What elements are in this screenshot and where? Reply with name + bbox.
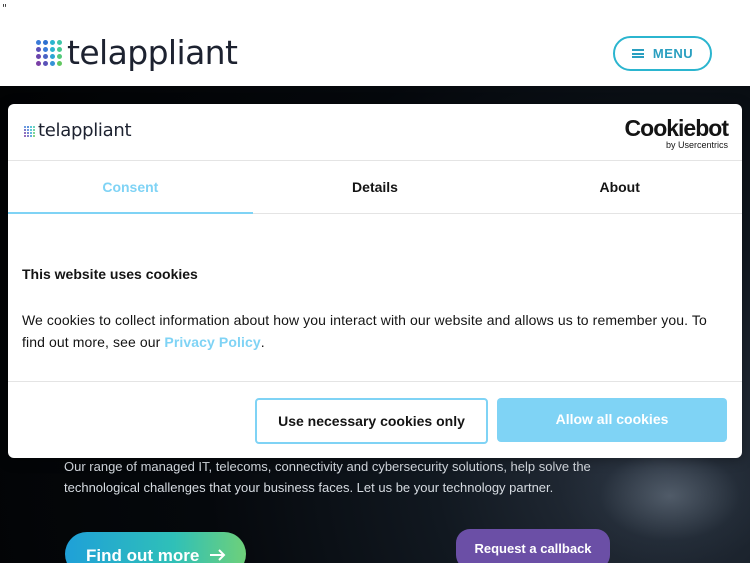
necessary-cookies-button[interactable]: Use necessary cookies only xyxy=(255,398,488,444)
find-out-more-button[interactable]: Find out more xyxy=(65,532,246,563)
hero-description: Our range of managed IT, telecoms, conne… xyxy=(64,459,591,495)
tab-details[interactable]: Details xyxy=(253,161,498,213)
tab-about[interactable]: About xyxy=(497,161,742,213)
cookiebot-name: Cookiebot xyxy=(624,115,729,141)
dialog-body-text: We cookies to collect information about … xyxy=(22,312,707,350)
dialog-tabs: Consent Details About xyxy=(8,161,742,214)
dialog-title: This website uses cookies xyxy=(22,266,198,282)
brand-logo[interactable]: telappliant xyxy=(36,33,238,72)
privacy-policy-link[interactable]: Privacy Policy xyxy=(164,334,260,350)
dialog-header: telappliant Cookiebot by Usercentrics xyxy=(8,104,742,161)
menu-label: MENU xyxy=(652,46,694,61)
dot-grid-icon xyxy=(24,125,35,137)
stray-quote-text: " xyxy=(2,2,8,15)
cookie-consent-dialog: telappliant Cookiebot by Usercentrics Co… xyxy=(8,104,742,458)
dialog-brand-logo: telappliant xyxy=(24,120,132,141)
menu-button[interactable]: MENU xyxy=(613,36,712,71)
dialog-footer: Use necessary cookies only Allow all coo… xyxy=(8,381,742,458)
site-header: telappliant MENU xyxy=(0,18,750,86)
find-out-more-label: Find out more xyxy=(86,546,200,563)
dialog-body-end: . xyxy=(260,334,265,350)
cookiebot-logo[interactable]: Cookiebot by Usercentrics xyxy=(624,115,729,151)
arrow-right-icon xyxy=(210,546,226,563)
allow-all-cookies-button[interactable]: Allow all cookies xyxy=(497,398,727,442)
dot-grid-icon xyxy=(36,39,62,66)
dialog-body: We cookies to collect information about … xyxy=(22,309,712,353)
brand-name: telappliant xyxy=(67,33,238,72)
request-callback-button[interactable]: Request a callback xyxy=(456,529,610,563)
dialog-brand-name: telappliant xyxy=(38,120,132,141)
hamburger-icon xyxy=(631,49,644,58)
tab-consent[interactable]: Consent xyxy=(8,161,253,214)
cookiebot-subtitle: by Usercentrics xyxy=(665,140,728,150)
